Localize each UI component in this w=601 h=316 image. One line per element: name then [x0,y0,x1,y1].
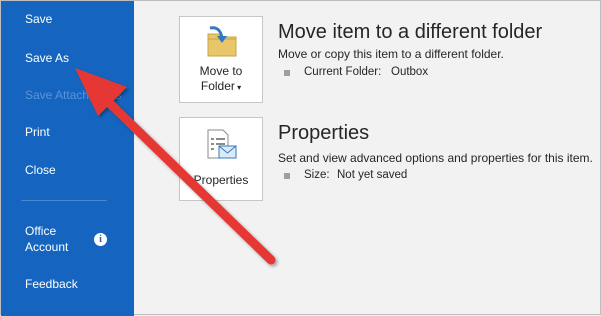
current-folder-value: Outbox [391,66,429,78]
properties-button[interactable]: Properties [179,117,263,201]
sidebar-item-office-account[interactable]: Office Account [25,223,68,255]
sidebar-item-feedback[interactable]: Feedback [25,277,78,292]
properties-section-title: Properties [278,122,370,144]
properties-tile-label: Properties [193,173,249,187]
size-label: Size: [304,169,330,181]
chevron-down-icon: ▾ [234,83,242,92]
backstage-sidebar: Save Save As Save Attachments Print Clos… [1,1,134,316]
sidebar-item-save-as[interactable]: Save As [25,51,69,66]
sidebar-item-close[interactable]: Close [25,163,56,178]
bullet-icon [284,70,290,76]
sidebar-item-print[interactable]: Print [25,125,50,140]
bullet-icon [284,173,290,179]
move-to-folder-button[interactable]: Move to Folder ▾ [179,16,263,103]
move-to-folder-label-2: Folder ▾ [200,79,242,93]
move-section-desc: Move or copy this item to a different fo… [278,47,504,61]
sidebar-item-save[interactable]: Save [25,12,52,27]
size-value: Not yet saved [337,169,408,181]
move-to-folder-label-1: Move to [199,64,243,78]
properties-section-desc: Set and view advanced options and proper… [278,151,593,165]
sidebar-divider [21,200,107,201]
info-icon: i [94,233,107,246]
move-section-title: Move item to a different folder [278,21,543,43]
sidebar-item-save-attachments[interactable]: Save Attachments [25,88,122,103]
move-folder-icon [207,26,237,57]
properties-icon [207,129,237,159]
current-folder-label: Current Folder: [304,66,382,78]
